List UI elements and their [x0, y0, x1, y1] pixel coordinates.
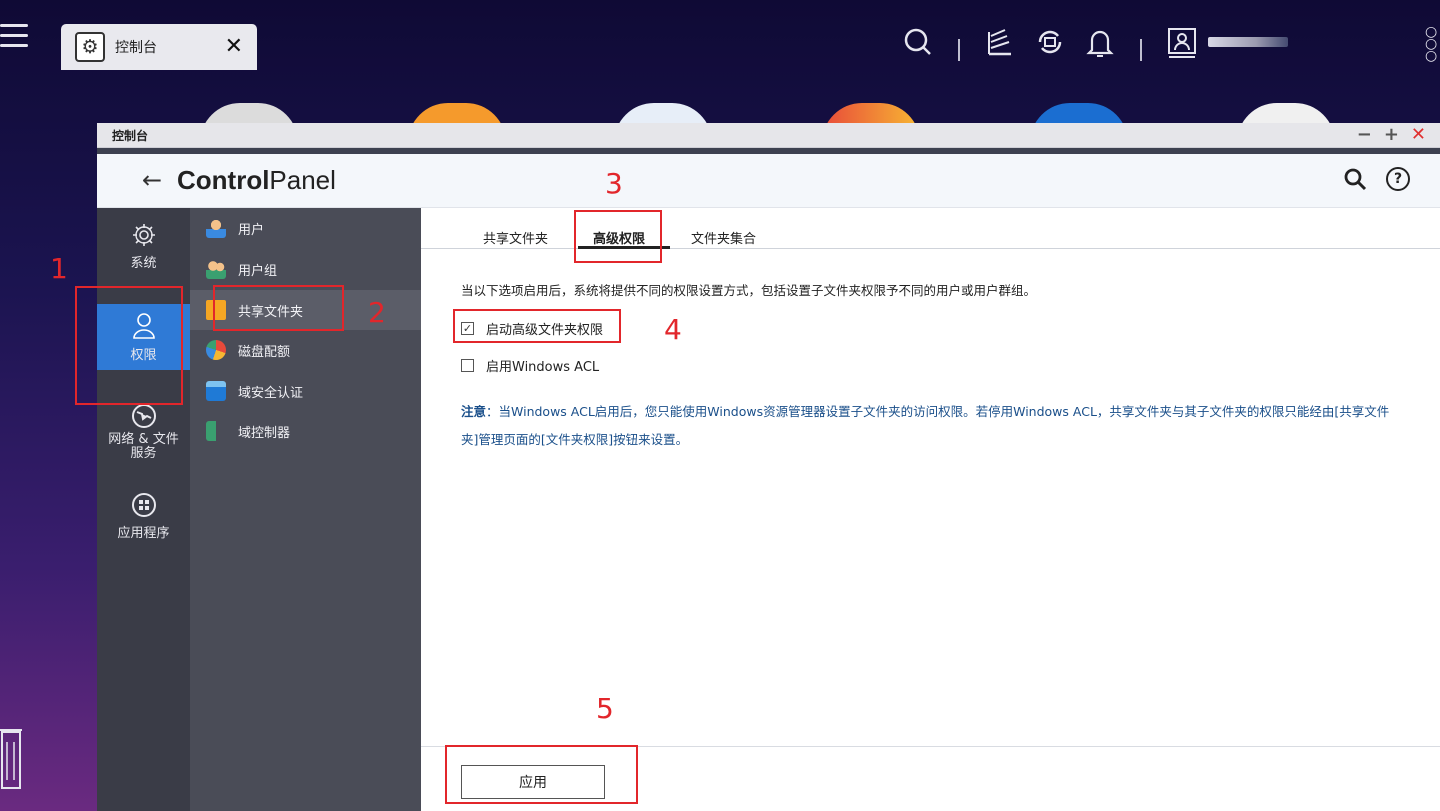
- user-name-redacted: [1208, 37, 1288, 47]
- sub-item-domain-controller[interactable]: 域控制器: [190, 411, 421, 451]
- checkbox-windows-acl[interactable]: [461, 359, 474, 372]
- sub-item-domain-security[interactable]: 域安全认证: [190, 371, 421, 411]
- sync-icon[interactable]: [1032, 24, 1068, 60]
- category-label: 网络 & 文件服务: [108, 432, 179, 461]
- sub-item-label: 磁盘配额: [238, 344, 291, 360]
- user-menu[interactable]: [1164, 24, 1288, 60]
- globe-icon: [97, 403, 190, 429]
- domain-controller-icon: [206, 421, 226, 441]
- annotation-number-2: 2: [368, 296, 386, 329]
- gear-icon: [97, 222, 190, 248]
- sub-item-label: 域控制器: [238, 425, 291, 441]
- user-profile-icon: [1164, 24, 1200, 60]
- help-icon[interactable]: ?: [1386, 167, 1410, 191]
- description-text: 当以下选项启用后，系统将提供不同的权限设置方式，包括设置子文件夹权限予不同的用户…: [461, 283, 1037, 298]
- desktop-top-bar: ⚙ 控制台 ✕ ○ ○ ○: [0, 0, 1440, 88]
- search-icon[interactable]: [1342, 166, 1368, 192]
- category-network-file-services[interactable]: 网络 & 文件服务: [97, 403, 190, 473]
- option-windows-acl[interactable]: 启用Windows ACL: [461, 356, 599, 375]
- apps-grid-icon: [97, 492, 190, 518]
- annotation-box-5: [445, 745, 638, 804]
- sub-item-label: 用户: [238, 222, 265, 238]
- task-list-icon[interactable]: [982, 24, 1018, 60]
- annotation-box-1: [75, 286, 183, 405]
- gear-icon: ⚙: [75, 32, 105, 62]
- sub-item-disk-quota[interactable]: 磁盘配额: [190, 330, 421, 370]
- bell-icon[interactable]: [1082, 24, 1118, 60]
- sub-item-user-groups[interactable]: 用户组: [190, 249, 421, 289]
- tab-folder-aggregation[interactable]: 文件夹集合: [691, 228, 756, 247]
- content-area: 共享文件夹 高级权限 文件夹集合 当以下选项启用后，系统将提供不同的权限设置方式…: [421, 208, 1440, 811]
- app-title: ControlPanel: [177, 165, 336, 196]
- more-options-icon[interactable]: ○ ○ ○: [1425, 25, 1437, 63]
- note-body: ：当Windows ACL启用后，您只能使用Windows资源管理器设置子文件夹…: [461, 404, 1390, 447]
- back-arrow-icon[interactable]: ←: [142, 166, 162, 194]
- sub-item-label: 域安全认证: [238, 385, 304, 401]
- annotation-box-3: [574, 210, 662, 263]
- domain-security-icon: [206, 381, 226, 401]
- note-prefix: 注意: [461, 404, 487, 419]
- annotation-number-5: 5: [596, 692, 614, 725]
- app-header: ← ControlPanel ?: [97, 154, 1440, 208]
- category-label: 应用程序: [117, 526, 170, 541]
- annotation-number-4: 4: [664, 313, 682, 346]
- sub-item-users[interactable]: 用户: [190, 208, 421, 248]
- user-icon: [206, 218, 226, 238]
- disk-quota-icon: [206, 340, 226, 360]
- annotation-number-3: 3: [605, 167, 623, 200]
- window-title: 控制台: [112, 128, 149, 143]
- search-icon[interactable]: [900, 24, 936, 60]
- annotation-number-1: 1: [50, 252, 68, 285]
- category-system[interactable]: 系统: [97, 222, 190, 282]
- annotation-box-2: [213, 285, 344, 331]
- option-label: 启用Windows ACL: [486, 360, 600, 375]
- category-applications[interactable]: 应用程序: [97, 492, 190, 552]
- window-title-bar[interactable]: 控制台 − + ✕: [97, 123, 1440, 148]
- maximize-button[interactable]: +: [1384, 124, 1399, 145]
- app-title-light: Panel: [269, 165, 336, 195]
- note-text: 注意：当Windows ACL启用后，您只能使用Windows资源管理器设置子文…: [461, 398, 1401, 454]
- sub-item-label: 用户组: [238, 263, 278, 279]
- app-title-bold: Control: [177, 165, 270, 195]
- divider: [1140, 39, 1142, 61]
- main-menu-icon[interactable]: [0, 24, 28, 58]
- user-group-icon: [206, 259, 226, 279]
- trash-icon[interactable]: [0, 722, 22, 792]
- divider: [958, 39, 960, 61]
- control-panel-window: 控制台 − + ✕ ← ControlPanel ? 系统 权限 网络 & 文件…: [97, 123, 1440, 811]
- category-label: 系统: [130, 256, 157, 271]
- taskbar-tab-control-panel[interactable]: ⚙ 控制台 ✕: [61, 24, 257, 70]
- tab-shared-folders[interactable]: 共享文件夹: [483, 228, 548, 247]
- close-window-button[interactable]: ✕: [1411, 124, 1426, 145]
- taskbar-tab-label: 控制台: [115, 40, 157, 56]
- annotation-box-4: [453, 309, 621, 343]
- window-controls: − + ✕: [1357, 124, 1426, 145]
- top-toolbar: [900, 22, 1288, 62]
- close-icon[interactable]: ✕: [225, 34, 243, 59]
- minimize-button[interactable]: −: [1357, 124, 1372, 145]
